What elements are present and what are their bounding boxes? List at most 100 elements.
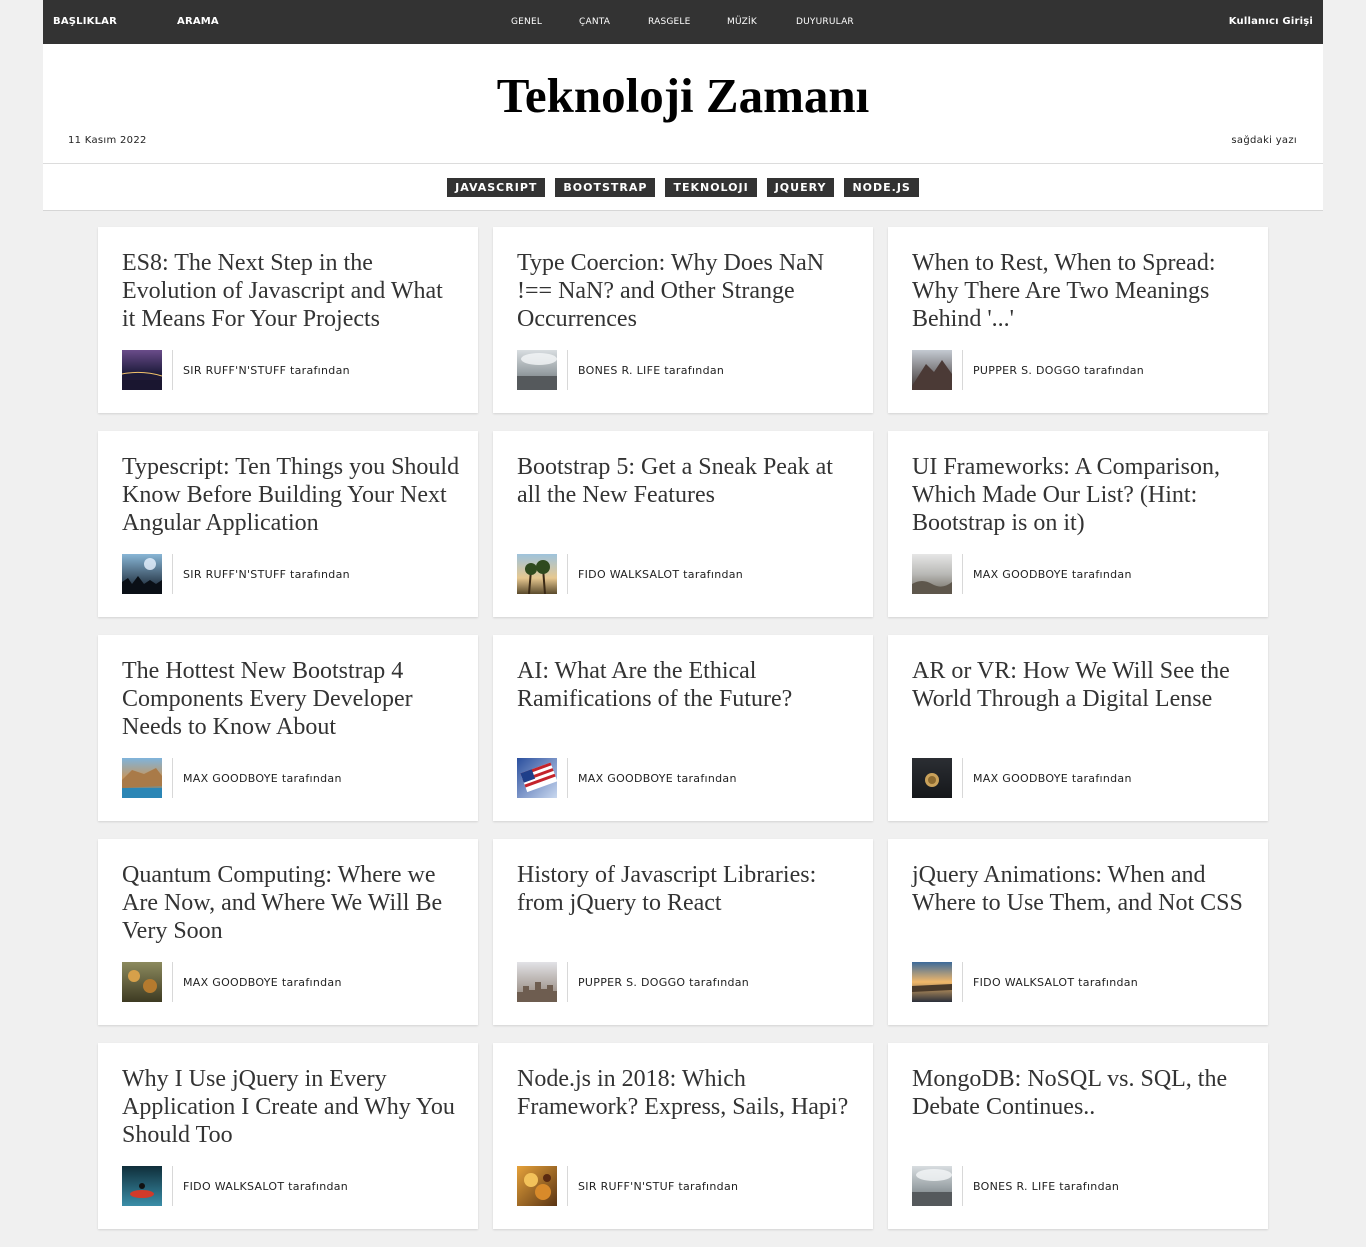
article-card[interactable]: Bootstrap 5: Get a Sneak Peak at all the…: [493, 431, 873, 617]
article-card[interactable]: MongoDB: NoSQL vs. SQL, the Debate Conti…: [888, 1043, 1268, 1229]
article-card[interactable]: When to Rest, When to Spread: Why There …: [888, 227, 1268, 413]
article-title[interactable]: AI: What Are the Ethical Ramifications o…: [517, 657, 857, 713]
author-thumbnail-image[interactable]: [912, 758, 952, 798]
tag-jquery[interactable]: JQUERY: [766, 178, 835, 197]
article-card[interactable]: ES8: The Next Step in the Evolution of J…: [98, 227, 478, 413]
author-byline[interactable]: MAX GOODBOYE tarafından: [973, 568, 1132, 581]
article-title[interactable]: Why I Use jQuery in Every Application I …: [122, 1065, 462, 1149]
tag-nodejs[interactable]: NODE.JS: [844, 178, 919, 197]
divider: [962, 758, 963, 798]
article-author: MAX GOODBOYE tarafından: [517, 758, 737, 798]
article-card[interactable]: History of Javascript Libraries: from jQ…: [493, 839, 873, 1025]
article-card[interactable]: Typescript: Ten Things you Should Know B…: [98, 431, 478, 617]
article-title[interactable]: History of Javascript Libraries: from jQ…: [517, 861, 857, 917]
article-title[interactable]: MongoDB: NoSQL vs. SQL, the Debate Conti…: [912, 1065, 1252, 1121]
author-thumbnail-image[interactable]: [122, 758, 162, 798]
article-title[interactable]: The Hottest New Bootstrap 4 Components E…: [122, 657, 462, 741]
author-thumbnail-image[interactable]: [517, 554, 557, 595]
divider: [962, 962, 963, 1002]
top-navbar: BAŞLIKLAR ARAMA GENEL ÇANTA RASGELE MÜZİ…: [43, 0, 1323, 44]
author-thumbnail-image[interactable]: [122, 962, 162, 1002]
article-card[interactable]: Type Coercion: Why Does NaN !== NaN? and…: [493, 227, 873, 413]
article-title[interactable]: Node.js in 2018: Which Framework? Expres…: [517, 1065, 857, 1121]
article-card[interactable]: UI Frameworks: A Comparison, Which Made …: [888, 431, 1268, 617]
author-byline[interactable]: FIDO WALKSALOT tarafından: [973, 976, 1138, 989]
author-thumbnail-image[interactable]: [517, 350, 557, 390]
author-byline[interactable]: MAX GOODBOYE tarafından: [973, 772, 1132, 785]
tag-bootstrap[interactable]: BOOTSTRAP: [555, 178, 656, 197]
article-card[interactable]: jQuery Animations: When and Where to Use…: [888, 839, 1268, 1025]
article-card[interactable]: Quantum Computing: Where we Are Now, and…: [98, 839, 478, 1025]
author-byline[interactable]: BONES R. LIFE tarafından: [973, 1180, 1119, 1193]
masthead-right-text: sağdaki yazı: [1231, 135, 1297, 146]
article-author: FIDO WALKSALOT tarafından: [517, 554, 743, 595]
nav-search-link[interactable]: ARAMA: [177, 16, 219, 27]
article-author: MAX GOODBOYE tarafından: [912, 554, 1132, 594]
article-title[interactable]: jQuery Animations: When and Where to Use…: [912, 861, 1252, 917]
author-byline[interactable]: SIR RUFF'N'STUFF tarafından: [183, 364, 350, 377]
divider: [172, 962, 173, 1002]
author-byline[interactable]: MAX GOODBOYE tarafından: [183, 976, 342, 989]
divider: [172, 350, 173, 390]
article-author: FIDO WALKSALOT tarafından: [122, 1166, 348, 1206]
divider: [567, 758, 568, 798]
author-thumbnail-image[interactable]: [122, 1166, 162, 1206]
author-byline[interactable]: MAX GOODBOYE tarafından: [578, 772, 737, 785]
author-thumbnail-image[interactable]: [121, 350, 163, 390]
author-thumbnail-image[interactable]: [912, 554, 952, 594]
article-title[interactable]: AR or VR: How We Will See the World Thro…: [912, 657, 1252, 713]
author-byline[interactable]: BONES R. LIFE tarafından: [578, 364, 724, 377]
article-card[interactable]: AR or VR: How We Will See the World Thro…: [888, 635, 1268, 821]
article-author: SIR RUFF'N'STUF tarafından: [517, 1166, 738, 1206]
author-byline[interactable]: FIDO WALKSALOT tarafından: [183, 1180, 348, 1193]
article-title[interactable]: ES8: The Next Step in the Evolution of J…: [122, 249, 462, 333]
nav-headlines-link[interactable]: BAŞLIKLAR: [53, 16, 117, 27]
site-title: Teknoloji Zamanı: [496, 68, 870, 123]
article-title[interactable]: UI Frameworks: A Comparison, Which Made …: [912, 453, 1252, 537]
tag-teknoloji[interactable]: TEKNOLOJI: [665, 178, 757, 197]
author-thumbnail-image[interactable]: [912, 962, 952, 1002]
nav-general-link[interactable]: GENEL: [511, 17, 542, 27]
divider: [172, 1166, 173, 1206]
divider: [567, 350, 568, 390]
author-byline[interactable]: MAX GOODBOYE tarafından: [183, 772, 342, 785]
author-byline[interactable]: FIDO WALKSALOT tarafından: [578, 568, 743, 581]
article-author: MAX GOODBOYE tarafından: [122, 758, 342, 798]
author-thumbnail-image[interactable]: [517, 962, 557, 1002]
nav-bag-link[interactable]: ÇANTA: [579, 17, 610, 27]
divider: [172, 758, 173, 798]
article-title[interactable]: When to Rest, When to Spread: Why There …: [912, 249, 1252, 333]
nav-music-link[interactable]: MÜZİK: [727, 17, 757, 27]
article-card[interactable]: The Hottest New Bootstrap 4 Components E…: [98, 635, 478, 821]
article-title[interactable]: Typescript: Ten Things you Should Know B…: [122, 453, 462, 537]
author-byline[interactable]: PUPPER S. DOGGO tarafından: [973, 364, 1144, 377]
tag-javascript[interactable]: JAVASCRIPT: [447, 178, 546, 197]
article-author: MAX GOODBOYE tarafından: [912, 758, 1132, 798]
author-thumbnail-image[interactable]: [517, 1166, 557, 1206]
author-byline[interactable]: SIR RUFF'N'STUF tarafından: [578, 1180, 738, 1193]
divider: [567, 1166, 568, 1206]
login-link[interactable]: Kullanıcı Girişi: [1229, 16, 1313, 27]
divider: [962, 554, 963, 594]
divider: [567, 554, 568, 594]
article-card[interactable]: Node.js in 2018: Which Framework? Expres…: [493, 1043, 873, 1229]
article-author: SIR RUFF'N'STUFF tarafından: [121, 350, 350, 390]
author-thumbnail-image[interactable]: [912, 350, 952, 390]
article-card[interactable]: Why I Use jQuery in Every Application I …: [98, 1043, 478, 1229]
article-card[interactable]: AI: What Are the Ethical Ramifications o…: [493, 635, 873, 821]
article-title[interactable]: Bootstrap 5: Get a Sneak Peak at all the…: [517, 453, 857, 509]
divider: [172, 554, 173, 594]
author-thumbnail-image[interactable]: [517, 758, 558, 798]
author-thumbnail-image[interactable]: [122, 554, 162, 594]
article-author: FIDO WALKSALOT tarafından: [912, 962, 1138, 1002]
article-title[interactable]: Type Coercion: Why Does NaN !== NaN? and…: [517, 249, 857, 333]
nav-announcements-link[interactable]: DUYURULAR: [796, 17, 854, 27]
nav-random-link[interactable]: RASGELE: [648, 17, 691, 27]
divider: [962, 350, 963, 390]
author-byline[interactable]: PUPPER S. DOGGO tarafından: [578, 976, 749, 989]
current-date: 11 Kasım 2022: [68, 135, 147, 146]
article-title[interactable]: Quantum Computing: Where we Are Now, and…: [122, 861, 462, 945]
author-byline[interactable]: SIR RUFF'N'STUFF tarafından: [183, 568, 350, 581]
divider: [567, 962, 568, 1002]
author-thumbnail-image[interactable]: [912, 1166, 952, 1206]
